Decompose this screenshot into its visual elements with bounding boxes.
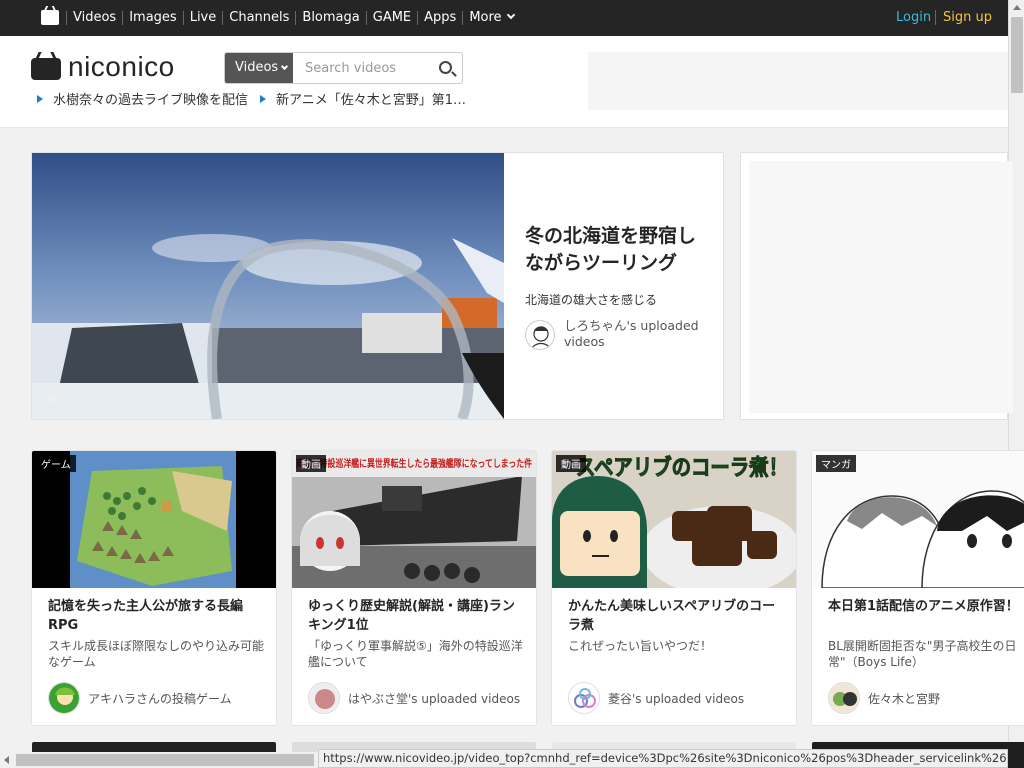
horizontal-scrollbar[interactable] (0, 752, 318, 768)
news-link-1[interactable]: 水樹奈々の過去ライブ映像を配信 (37, 89, 248, 108)
service-links: Videos Images Live Channels Blomaga GAME… (66, 0, 520, 36)
category-badge: 動画 (296, 455, 326, 472)
content-card[interactable]: 動画 スペアリブのコーラ煮！ かんたん美味しいスペアリブのコーラ煮 これぜったい… (552, 451, 796, 725)
header-ad-area (588, 52, 1008, 110)
card-uploader[interactable]: 菱谷's uploaded videos (608, 690, 788, 707)
avatar-art (49, 683, 79, 713)
triangle-bullet-icon (37, 94, 43, 103)
card-title[interactable]: かんたん美味しいスペアリブのコーラ煮 (568, 597, 786, 635)
speaker-muted-glyph (46, 392, 65, 406)
nav-game[interactable]: GAME (365, 11, 417, 25)
avatar[interactable] (48, 682, 80, 714)
content-card[interactable]: 動画 商船が特設巡洋艦に異世界転生したら最強艦隊になってしまった件 ゆっくり歴史… (292, 451, 536, 725)
avatar-art (829, 683, 859, 713)
search-type-label: Videos (235, 60, 279, 75)
side-ad-box (740, 152, 1013, 420)
niconico-logo[interactable]: niconico (31, 51, 211, 82)
avatar[interactable] (568, 682, 600, 714)
nav-channels[interactable]: Channels (222, 11, 295, 25)
card-uploader[interactable]: 佐々木と宮野 (868, 690, 1024, 707)
scroll-up-arrow-icon[interactable] (1013, 5, 1021, 10)
search-input[interactable]: Search videos (305, 61, 396, 76)
logo-text: niconico (68, 51, 175, 82)
nav-live[interactable]: Live (182, 11, 223, 25)
scroll-left-arrow-icon[interactable] (4, 756, 9, 764)
signup-link[interactable]: Sign up (935, 10, 992, 25)
news-text-1: 水樹奈々の過去ライブ映像を配信 (53, 93, 249, 108)
category-badge: ゲーム (36, 455, 76, 472)
content-card[interactable]: マンガ 本日第1話配信のアニメ原作習！ BL展開断固拒否な"男子高校生の日常"（… (812, 451, 1024, 725)
mute-icon[interactable] (45, 391, 65, 407)
featured-video-frame (32, 153, 504, 419)
chevron-down-icon (506, 10, 515, 20)
featured-video-player[interactable] (32, 153, 504, 419)
avatar-sketch (531, 326, 551, 349)
card-uploader[interactable]: アキハラさんの投稿ゲーム (88, 690, 268, 707)
avatar[interactable] (525, 320, 555, 350)
login-link[interactable]: Login (896, 10, 931, 25)
avatar-art (309, 683, 339, 713)
featured-video-uploader[interactable]: しろちゃん's uploaded videos (564, 318, 714, 350)
featured-video[interactable]: 冬の北海道を野宿しながらツーリング 北海道の雄大さを感じる しろちゃん's up… (31, 152, 724, 420)
card-title[interactable]: 本日第1話配信のアニメ原作習！ (828, 597, 1024, 616)
nav-more[interactable]: More (462, 11, 519, 25)
card-thumbnail[interactable]: 動画 商船が特設巡洋艦に異世界転生したら最強艦隊になってしまった件 (292, 451, 536, 588)
nav-apps[interactable]: Apps (417, 11, 462, 25)
nav-videos[interactable]: Videos (66, 11, 122, 25)
card-title[interactable]: ゆっくり歴史解説(解説・講座)ランキング1位 (308, 597, 526, 635)
content-card[interactable]: ゲーム 記憶を失った主人公が旅する長編RPG スキル成長ほぼ際限なしのやり込み可… (32, 451, 276, 725)
card-uploader[interactable]: はやぶさ堂's uploaded videos (348, 690, 528, 707)
avatar[interactable] (308, 682, 340, 714)
card-description: BL展開断固拒否な"男子高校生の日常"（Boys Life） (828, 639, 1017, 669)
card-thumbnail[interactable]: マンガ (812, 451, 1024, 588)
nav-blomaga[interactable]: Blomaga (295, 11, 365, 25)
card-description: 「ゆっくり軍事解説⑤」海外の特設巡洋艦について (308, 639, 523, 669)
category-badge: 動画 (556, 455, 586, 472)
nav-images[interactable]: Images (122, 11, 183, 25)
chevron-down-icon (281, 62, 289, 71)
tv-logo-icon (31, 58, 61, 80)
category-badge: マンガ (816, 455, 856, 472)
featured-video-title[interactable]: 冬の北海道を野宿しながらツーリング (525, 223, 710, 277)
horizontal-scroll-thumb[interactable] (16, 754, 314, 766)
card-thumbnail[interactable]: ゲーム (32, 451, 276, 588)
card-title[interactable]: 記憶を失った主人公が旅する長編RPG (48, 597, 266, 635)
avatar[interactable] (828, 682, 860, 714)
scroll-thumb[interactable] (1011, 17, 1023, 93)
search-icon[interactable] (439, 61, 452, 74)
card-thumbnail[interactable]: 動画 スペアリブのコーラ煮！ (552, 451, 796, 588)
avatar-art (569, 683, 599, 713)
niconico-tv-icon[interactable] (41, 10, 59, 25)
ship-thumbnail-headline: 商船が特設巡洋艦に異世界転生したら最強艦隊になってしまった件 (296, 457, 532, 470)
global-nav-bar: Videos Images Live Channels Blomaga GAME… (0, 0, 1008, 36)
news-link-2[interactable]: 新アニメ「佐々木と宮野」第1… (260, 89, 466, 108)
search-box: Videos Search videos (224, 52, 463, 84)
news-text-2: 新アニメ「佐々木と宮野」第1… (276, 93, 467, 108)
status-bar-url: https://www.nicovideo.jp/video_top?cmnhd… (318, 749, 1008, 768)
ship-thumbnail: 商船が特設巡洋艦に異世界転生したら最強艦隊になってしまった件 (292, 451, 536, 588)
spareribs-thumbnail: スペアリブのコーラ煮！ (552, 451, 796, 588)
card-description: スキル成長ほぼ際限なしのやり込み可能なゲーム (48, 639, 265, 669)
side-ad-inner (749, 161, 1013, 413)
featured-video-subtitle: 北海道の雄大さを感じる (525, 293, 658, 307)
search-type-select[interactable]: Videos (225, 53, 293, 83)
card-description: これぜったい旨いやつだ！ (568, 639, 713, 653)
triangle-bullet-icon (260, 94, 266, 103)
nav-more-label: More (469, 10, 502, 25)
